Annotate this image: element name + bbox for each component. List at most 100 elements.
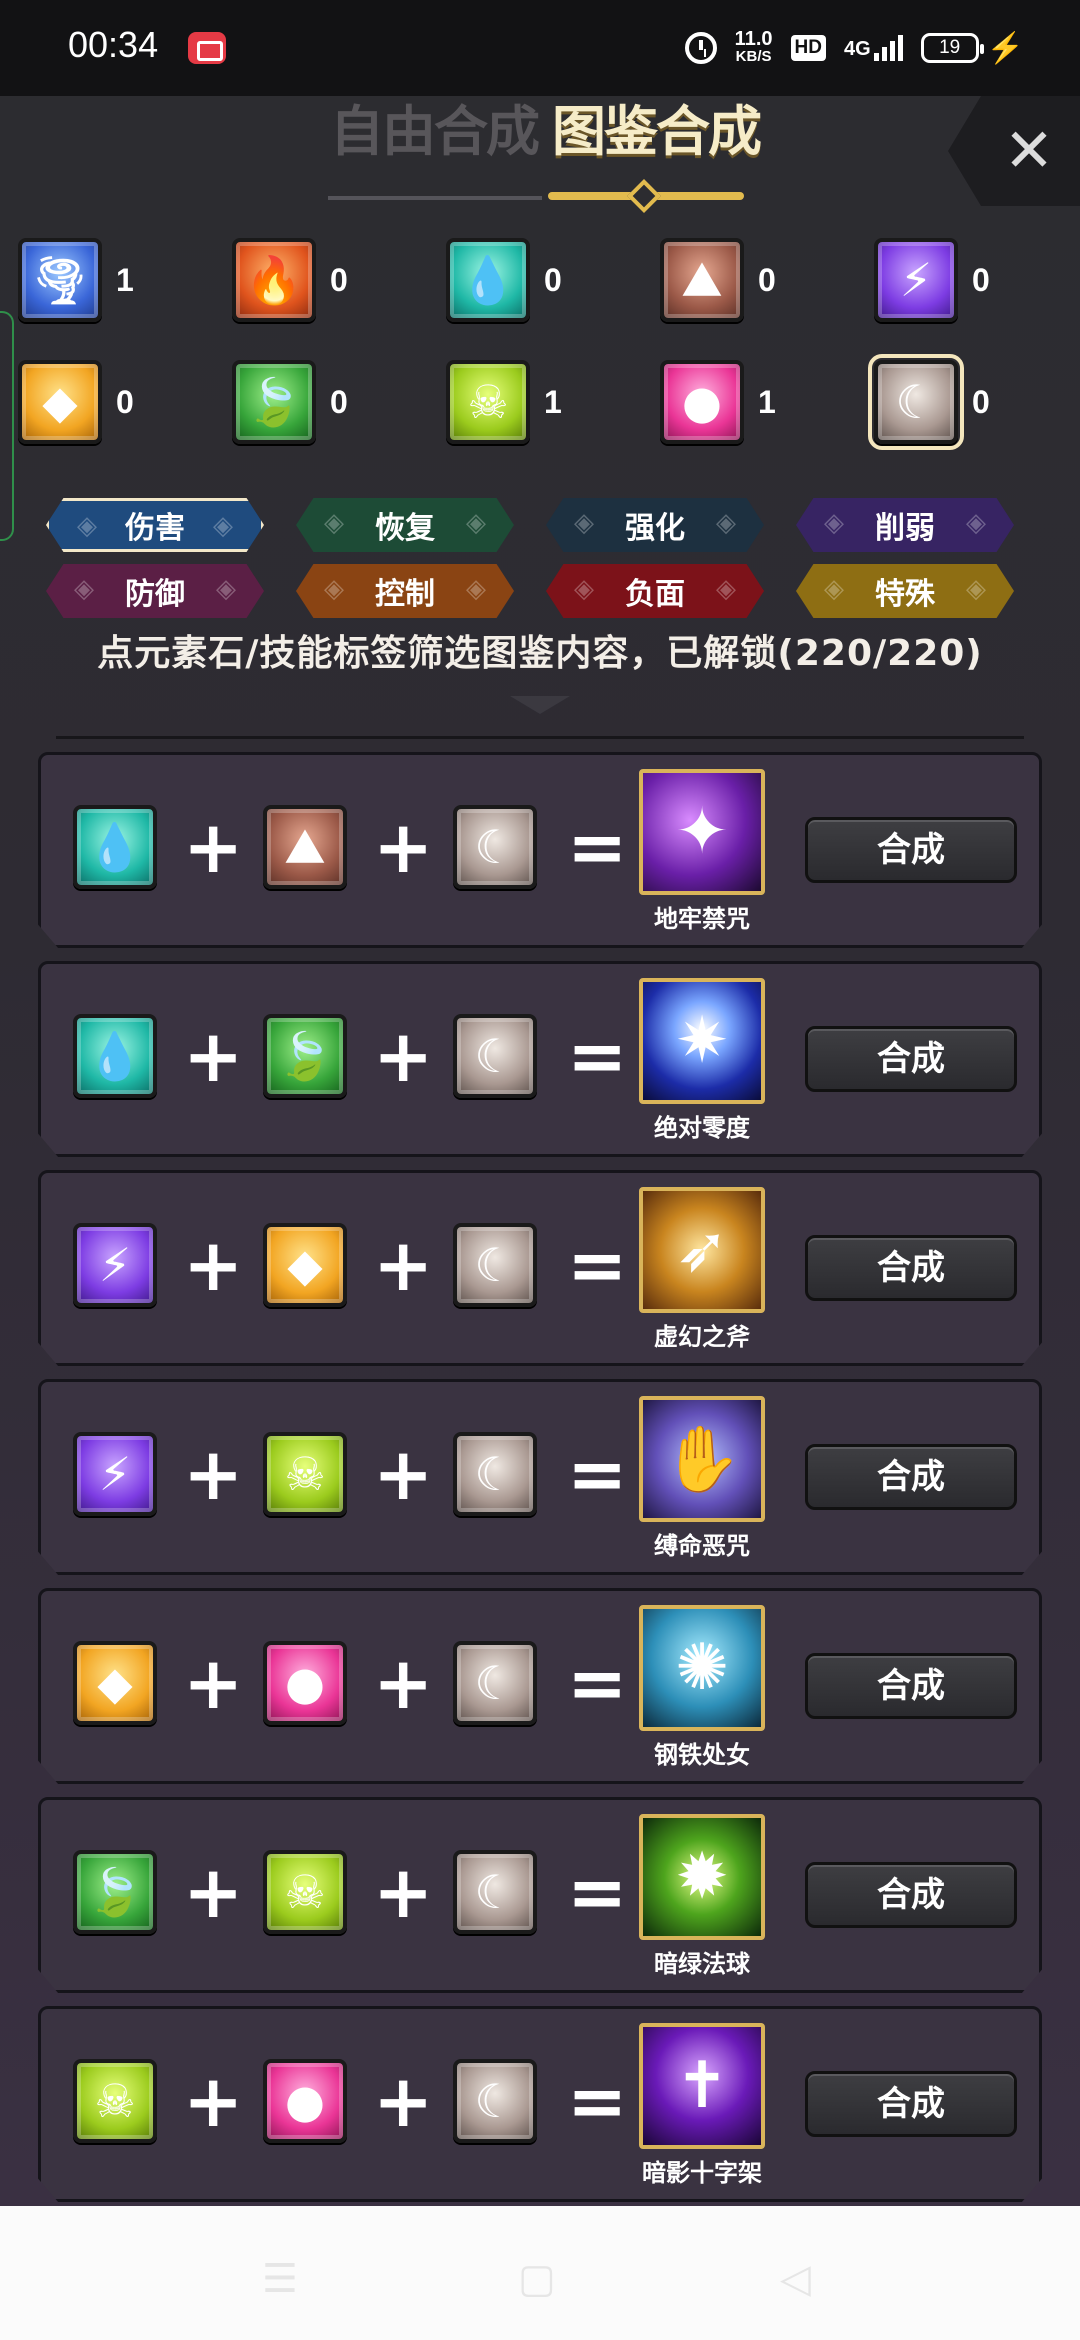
element-thunder[interactable]: ⚡ 0 [874,236,1080,324]
element-light[interactable]: ◆ 0 [18,358,232,446]
poison-gem-icon: ☠ [73,2059,157,2143]
tag-buff[interactable]: 强化 [546,498,764,552]
plus-sign: + [373,1641,434,1725]
element-charm[interactable]: ● 1 [660,358,874,446]
element-count: 0 [330,261,348,298]
craft-button[interactable]: 合成 [805,1235,1017,1301]
element-water[interactable]: 💧 0 [446,236,660,324]
craft-button[interactable]: 合成 [805,1862,1017,1928]
tag-heal[interactable]: 恢复 [296,498,514,552]
game-screen: 自由合成 图鉴合成 ✕ 🌪 1 🔥 0 💧 0 ⛰ 0 ⚡ 0 ◆ 0 🍃 0 ☠ 1 ● 1 ☾… [0,96,1080,2206]
tag-weaken[interactable]: 削弱 [796,498,1014,552]
tag-damage[interactable]: 伤害 [46,498,264,552]
recipe-row: 🍃 + ☠ + ☾ = ✹ 暗绿法球 合成 [38,1797,1042,1993]
element-nature[interactable]: 🍃 0 [232,358,446,446]
plus-sign: + [183,805,244,889]
skill-icon: ✺ [639,1605,765,1731]
filter-hint: 点元素石/技能标签筛选图鉴内容，已解锁(220/220) [97,633,983,674]
moon-gem-icon: ☾ [453,1014,537,1098]
tab-underline [328,196,542,200]
divider [56,736,1024,739]
craft-button[interactable]: 合成 [805,2071,1017,2137]
moon-gem-icon: ☾ [453,805,537,889]
plus-sign: + [373,1014,434,1098]
tag-control[interactable]: 控制 [296,564,514,618]
element-fire[interactable]: 🔥 0 [232,236,446,324]
charging-icon: ⚡ [986,31,1024,65]
equals-sign: = [567,1850,628,1934]
skill-name: 绝对零度 [654,1114,750,1142]
thunder-gem-icon: ⚡ [874,238,958,322]
recipe-list: 💧 + ⛰ + ☾ = ✦ 地牢禁咒 合成 💧 + 🍃 + ☾ = ✷ 绝对零度… [38,752,1042,2206]
plus-sign: + [183,1850,244,1934]
thunder-gem-icon: ⚡ [73,1223,157,1307]
tag-defense[interactable]: 防御 [46,564,264,618]
equals-sign: = [567,1223,628,1307]
tab-free-synthesis[interactable]: 自由合成 [330,96,540,166]
skill-icon: ✋ [639,1396,765,1522]
poison-gem-icon: ☠ [446,360,530,444]
plus-sign: + [183,1641,244,1725]
net-speed: 11.0 KB/S [734,28,773,65]
craft-button[interactable]: 合成 [805,1444,1017,1510]
equals-sign: = [567,2059,628,2143]
menu-icon[interactable]: ☰ [262,2256,298,2302]
recipe-row: ☠ + ● + ☾ = ✝ 暗影十字架 合成 [38,2006,1042,2202]
plus-sign: + [373,805,434,889]
element-count: 0 [972,261,990,298]
plus-sign: + [183,1432,244,1516]
element-wind[interactable]: 🌪 1 [18,236,232,324]
element-count: 1 [116,261,134,298]
craft-button[interactable]: 合成 [805,1653,1017,1719]
plus-sign: + [373,1850,434,1934]
side-panel-edge [0,311,14,541]
equals-sign: = [567,1432,628,1516]
element-count: 1 [544,383,562,420]
fire-gem-icon: 🔥 [232,238,316,322]
hd-icon: HD [790,35,826,61]
moon-gem-icon: ☾ [453,1223,537,1307]
back-icon[interactable]: ◁ [780,2256,811,2302]
recipe-row: 💧 + 🍃 + ☾ = ✷ 绝对零度 合成 [38,961,1042,1157]
home-icon[interactable]: ▢ [518,2256,556,2302]
status-bar: 00:34 11.0 KB/S HD 4G 19 ⚡ [0,0,1080,96]
element-grid: 🌪 1 🔥 0 💧 0 ⛰ 0 ⚡ 0 ◆ 0 🍃 0 ☠ 1 ● 1 ☾ 0 [18,236,1058,450]
status-time: 00:34 [68,24,159,65]
skill-tag-filters: 伤害 恢复 强化 削弱 防御 控制 负面 特殊 [46,498,1036,618]
close-icon: ✕ [1003,116,1055,186]
water-gem-icon: 💧 [73,1014,157,1098]
skill-icon: ✷ [639,978,765,1104]
water-gem-icon: 💧 [73,805,157,889]
moon-gem-icon: ☾ [453,1850,537,1934]
signal-icon: 4G [844,35,903,61]
nature-gem-icon: 🍃 [263,1014,347,1098]
plus-sign: + [373,1432,434,1516]
element-moon[interactable]: ☾ 0 [868,354,1080,450]
nature-gem-icon: 🍃 [232,360,316,444]
close-button[interactable]: ✕ [948,96,1080,206]
element-count: 1 [758,383,776,420]
poison-gem-icon: ☠ [263,1432,347,1516]
skill-icon: ➶ [639,1187,765,1313]
skill-name: 钢铁处女 [654,1741,750,1769]
alarm-icon [684,32,717,64]
light-gem-icon: ◆ [18,360,102,444]
water-gem-icon: 💧 [446,238,530,322]
moon-gem-icon: ☾ [868,354,964,450]
element-earth[interactable]: ⛰ 0 [660,236,874,324]
light-gem-icon: ◆ [263,1223,347,1307]
element-poison[interactable]: ☠ 1 [446,358,660,446]
craft-button[interactable]: 合成 [805,1026,1017,1092]
tab-catalog-synthesis[interactable]: 图鉴合成 [552,96,762,166]
skill-icon: ✦ [639,769,765,895]
skill-name: 暗绿法球 [654,1950,750,1978]
poison-gem-icon: ☠ [263,1850,347,1934]
plus-sign: + [373,2059,434,2143]
moon-gem-icon: ☾ [453,1432,537,1516]
craft-button[interactable]: 合成 [805,817,1017,883]
tag-special[interactable]: 特殊 [796,564,1014,618]
light-gem-icon: ◆ [73,1641,157,1725]
skill-name: 地牢禁咒 [654,905,750,933]
tag-negative[interactable]: 负面 [546,564,764,618]
element-count: 0 [330,383,348,420]
